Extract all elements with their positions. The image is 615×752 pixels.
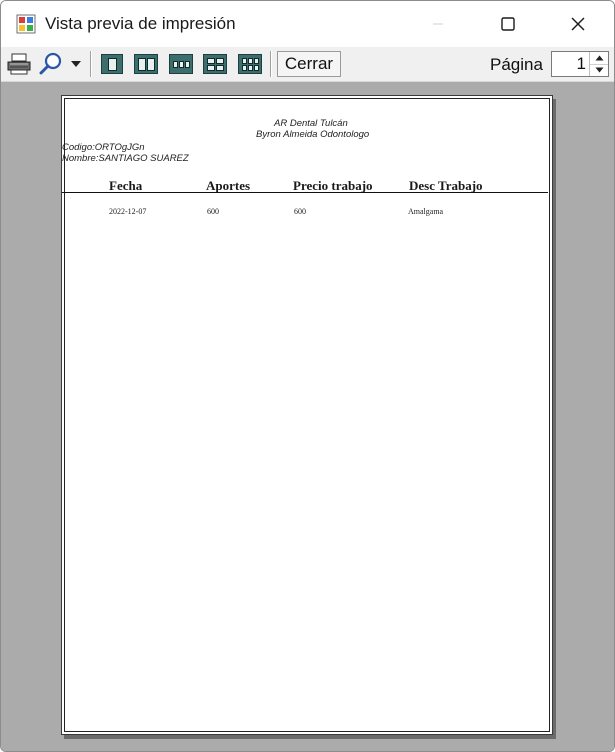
- dropdown-arrow-icon: [71, 61, 81, 67]
- page-number-input[interactable]: 1: [577, 54, 586, 74]
- chevron-down-icon: [595, 67, 603, 73]
- table-cell-aportes: 600: [207, 207, 219, 216]
- title-bar[interactable]: Vista previa de impresión: [1, 1, 614, 47]
- page-label: Página: [490, 55, 543, 74]
- table-cell-desc: Amalgama: [408, 207, 444, 216]
- toolbar-separator: [270, 51, 272, 77]
- preview-area[interactable]: AR Dental Tulcán Byron Almeida Odontolog…: [1, 82, 614, 751]
- six-pages-icon: [238, 54, 262, 74]
- page-number-stepper[interactable]: 1: [551, 51, 609, 77]
- four-pages-icon: [203, 54, 227, 74]
- minimize-icon: [433, 23, 443, 25]
- maximize-icon: [501, 17, 515, 31]
- window-title: Vista previa de impresión: [45, 14, 236, 33]
- one-page-button[interactable]: [100, 52, 124, 76]
- spinner-arrows: [589, 52, 608, 76]
- print-preview-window: Vista previa de impresión Cerrar Página …: [0, 0, 615, 752]
- table-cell-fecha: 2022-12-07: [109, 207, 147, 216]
- close-icon: [571, 17, 585, 31]
- four-pages-button[interactable]: [202, 52, 228, 76]
- document-subtitle: Byron Almeida Odontologo: [256, 129, 370, 140]
- chevron-up-icon: [595, 55, 603, 61]
- document-title: AR Dental Tulcán: [274, 118, 348, 129]
- maximize-button[interactable]: [485, 1, 531, 47]
- zoom-icon: [39, 52, 62, 75]
- three-pages-icon: [169, 54, 193, 74]
- two-pages-button[interactable]: [133, 52, 159, 76]
- two-pages-icon: [134, 54, 158, 74]
- toolbar-separator: [90, 51, 92, 77]
- close-window-button[interactable]: [555, 1, 601, 47]
- minimize-button[interactable]: [415, 1, 461, 47]
- print-button[interactable]: [5, 52, 33, 76]
- app-icon: [16, 14, 36, 34]
- document-codigo: Codigo:ORTOgJGn: [62, 142, 145, 153]
- header-rule: [62, 192, 548, 193]
- document-nombre: Nombre:SANTIAGO SUAREZ: [62, 153, 189, 164]
- one-page-icon: [101, 54, 123, 74]
- toolbar: Cerrar Página 1: [1, 47, 614, 82]
- table-cell-precio: 600: [294, 207, 306, 216]
- zoom-button[interactable]: [38, 52, 64, 76]
- three-pages-button[interactable]: [168, 52, 194, 76]
- six-pages-button[interactable]: [237, 52, 263, 76]
- zoom-dropdown-button[interactable]: [67, 52, 85, 76]
- page-down-button[interactable]: [590, 64, 608, 76]
- printer-icon: [7, 53, 31, 75]
- close-preview-button[interactable]: Cerrar: [277, 51, 341, 77]
- preview-page: AR Dental Tulcán Byron Almeida Odontolog…: [61, 95, 553, 735]
